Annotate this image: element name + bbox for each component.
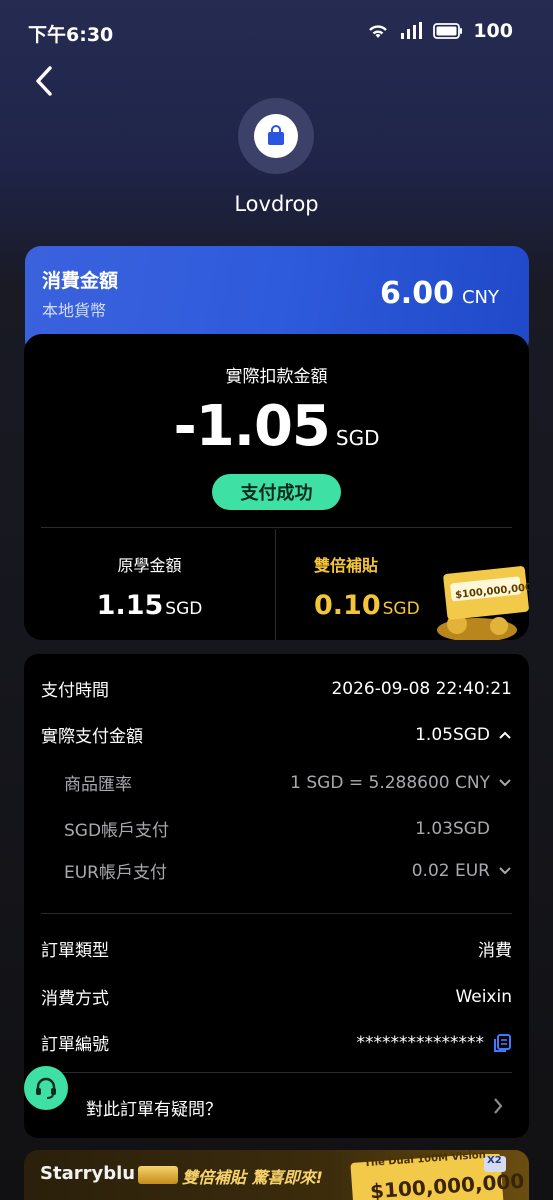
spend-subtitle: 本地貨幣 (42, 301, 107, 320)
exchange-rate-value: 1 SGD = 5.288600 CNY (290, 772, 490, 793)
eur-account-row[interactable]: EUR帳戶支付 0.02 EUR (64, 858, 512, 883)
chevron-down-icon[interactable] (498, 778, 512, 788)
divider (275, 529, 276, 640)
eur-account-value: 0.02 EUR (411, 860, 490, 881)
shopping-bag-icon (268, 125, 284, 145)
deducted-title: 實際扣款金額 (225, 367, 328, 387)
chevron-down-icon[interactable] (498, 866, 512, 876)
signal-icon (401, 22, 423, 39)
sgd-account-value: 1.03SGD (415, 818, 490, 839)
subsidy-block: 雙倍補貼 0.10 SGD (314, 552, 420, 621)
pay-time-value: 2026-09-08 22:40:21 (331, 678, 512, 699)
banner-slogan: 雙倍補貼 驚喜即來! (182, 1168, 323, 1187)
spend-currency: CNY (461, 287, 499, 308)
deducted-currency: SGD (335, 426, 380, 450)
customer-service-button[interactable] (24, 1066, 68, 1110)
order-details-card: 支付時間 2026-09-08 22:40:21 實際支付金額 1.05SGD … (24, 654, 529, 1138)
headset-icon (36, 1077, 56, 1099)
subsidy-label: 雙倍補貼 (314, 556, 379, 575)
original-label: 原學金額 (117, 556, 182, 575)
actual-amount-value: 1.05SGD (415, 724, 490, 745)
exchange-rate-label: 商品匯率 (64, 775, 132, 795)
order-type-value: 消費 (478, 941, 512, 961)
sgd-account-row: SGD帳戶支付 1.03SGD (64, 816, 512, 842)
exchange-rate-row[interactable]: 商品匯率 1 SGD = 5.288600 CNY (64, 770, 512, 795)
subsidy-amount: 0.10 (314, 590, 381, 621)
divider (41, 913, 512, 914)
payment-summary-card: 實際扣款金額 -1.05 SGD 支付成功 原學金額 1.15 SGD 雙倍補貼… (24, 334, 529, 640)
actual-amount-row[interactable]: 實際支付金額 1.05SGD (41, 722, 512, 747)
deducted-amount: -1.05 (173, 394, 330, 459)
wifi-icon (369, 25, 388, 38)
status-bar: 下午6:30 100 (0, 0, 553, 60)
status-badge: 支付成功 (212, 474, 341, 510)
subsidy-currency: SGD (382, 599, 420, 619)
merchant-name: Lovdrop (234, 192, 319, 216)
banner-brand: Starryblu (40, 1163, 136, 1184)
promo-banner[interactable]: Starryblu 雙倍補貼 驚喜即來! The Dual 100M Visio… (24, 1150, 529, 1200)
sgd-account-label: SGD帳戶支付 (64, 821, 170, 841)
spend-title: 消費金額 (42, 270, 119, 292)
divider (41, 527, 512, 528)
divider (41, 1072, 512, 1073)
copy-icon[interactable] (492, 1033, 512, 1053)
eur-account-label: EUR帳戶支付 (64, 863, 167, 883)
back-button[interactable] (30, 64, 60, 98)
payment-method-value: Weixin (455, 986, 512, 1007)
order-number-value: *************** (356, 1032, 485, 1053)
actual-amount-label: 實際支付金額 (41, 727, 143, 747)
ticket-badge: X2 (487, 1155, 502, 1166)
chevron-up-icon[interactable] (498, 730, 512, 740)
prize-ticket-illustration: $100,000,000 (437, 566, 529, 640)
order-help-link[interactable]: 對此訂單有疑問？ (86, 1095, 222, 1120)
pay-time-row: 支付時間 2026-09-08 22:40:21 (41, 676, 512, 702)
banner-tag-icon (138, 1166, 178, 1184)
order-type-row: 訂單類型 消費 (41, 936, 512, 961)
original-amount-block: 原學金額 1.15 SGD (24, 552, 275, 621)
battery-icon (433, 23, 463, 39)
order-number-row: 訂單編號 *************** (41, 1030, 512, 1055)
merchant-logo (238, 98, 314, 174)
chevron-right-icon[interactable] (492, 1096, 504, 1116)
spend-amount: 6.00 (379, 276, 454, 311)
order-number-label: 訂單編號 (41, 1035, 109, 1055)
payment-method-row: 消費方式 Weixin (41, 984, 512, 1010)
battery-level: 100 (473, 20, 513, 42)
original-amount: 1.15 (96, 590, 164, 621)
order-type-label: 訂單類型 (41, 941, 109, 961)
original-currency: SGD (165, 599, 203, 619)
status-time: 下午6:30 (28, 24, 114, 46)
pay-time-label: 支付時間 (41, 681, 109, 701)
payment-method-label: 消費方式 (41, 989, 109, 1009)
